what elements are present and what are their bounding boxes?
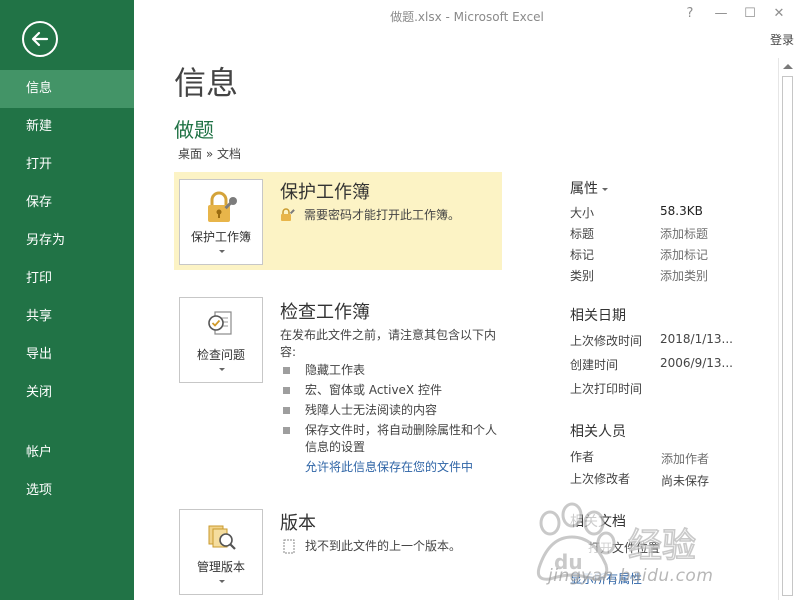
chevron-down-icon bbox=[219, 368, 225, 371]
check-for-issues-button[interactable]: 检查问题 bbox=[179, 297, 263, 383]
vertical-scrollbar[interactable] bbox=[778, 58, 796, 600]
manage-versions-label: 管理版本 bbox=[196, 560, 245, 574]
property-key: 标记 bbox=[570, 248, 595, 262]
property-value: 2018/1/13... bbox=[660, 332, 733, 346]
nav-item-account[interactable]: 帐户 bbox=[0, 434, 134, 472]
chevron-down-icon bbox=[219, 580, 225, 583]
properties-heading[interactable]: 属性 bbox=[570, 178, 608, 198]
property-key: 作者 bbox=[570, 450, 595, 464]
versions-section: 管理版本 版本 找不到此文件的上一个版本。 bbox=[174, 505, 502, 600]
inspect-workbook-heading: 检查工作簿 bbox=[280, 302, 370, 323]
property-key: 标题 bbox=[570, 227, 595, 241]
backstage-nav: 信息 新建 打开 保存 另存为 打印 共享 导出 关闭 帐户 选项 bbox=[0, 0, 134, 600]
small-lock-icon bbox=[281, 208, 295, 221]
back-arrow-icon[interactable] bbox=[22, 21, 58, 57]
bullet-item: 宏、窗体或 ActiveX 控件 bbox=[280, 382, 500, 399]
nav-divider bbox=[0, 412, 134, 434]
nav-item-close[interactable]: 关闭 bbox=[0, 374, 134, 412]
property-value: 2006/9/13... bbox=[660, 356, 733, 370]
protect-workbook-button-label: 保护工作簿 bbox=[190, 230, 251, 244]
property-value: 58.3KB bbox=[660, 204, 703, 218]
related-docs-heading: 相关文档 bbox=[570, 514, 626, 530]
open-file-location-link[interactable]: 打开文件位置 bbox=[588, 539, 660, 556]
inspect-workbook-section: 检查问题 检查工作簿 在发布此文件之前，请注意其包含以下内容: 隐藏工作表 宏、… bbox=[174, 292, 502, 482]
document-icon bbox=[283, 539, 295, 554]
versions-icon bbox=[208, 525, 236, 550]
property-key: 创建时间 bbox=[570, 358, 619, 372]
add-tag-field[interactable]: 添加标记 bbox=[660, 246, 708, 263]
nav-item-export[interactable]: 导出 bbox=[0, 336, 134, 374]
add-title-field[interactable]: 添加标题 bbox=[660, 225, 708, 242]
scrollbar-thumb[interactable] bbox=[782, 76, 793, 596]
property-key: 上次打印时间 bbox=[570, 382, 643, 396]
add-category-field[interactable]: 添加类别 bbox=[660, 267, 708, 284]
nav-item-print[interactable]: 打印 bbox=[0, 260, 134, 298]
add-author-field[interactable]: 添加作者 bbox=[661, 450, 709, 467]
chevron-down-icon bbox=[219, 250, 225, 253]
manage-versions-button[interactable]: 管理版本 bbox=[179, 509, 263, 595]
property-key: 上次修改时间 bbox=[570, 334, 643, 348]
nav-item-save-as[interactable]: 另存为 bbox=[0, 222, 134, 260]
allow-save-info-link[interactable]: 允许将此信息保存在您的文件中 bbox=[305, 458, 473, 475]
properties-heading-label: 属性 bbox=[570, 181, 598, 197]
close-button[interactable]: ✕ bbox=[767, 6, 791, 26]
bullet-item: 残障人士无法阅读的内容 bbox=[280, 402, 500, 419]
help-button[interactable]: ? bbox=[678, 6, 702, 26]
property-key: 大小 bbox=[570, 206, 595, 220]
related-dates-heading: 相关日期 bbox=[570, 308, 626, 324]
protect-workbook-heading: 保护工作簿 bbox=[280, 182, 370, 203]
property-key: 上次修改者 bbox=[570, 472, 631, 486]
nav-item-new[interactable]: 新建 bbox=[0, 108, 134, 146]
check-for-issues-label: 检查问题 bbox=[196, 348, 245, 362]
versions-heading: 版本 bbox=[280, 513, 316, 534]
nav-item-open[interactable]: 打开 bbox=[0, 146, 134, 184]
minimize-button[interactable]: — bbox=[709, 6, 733, 26]
property-value: 尚未保存 bbox=[661, 474, 710, 488]
inspect-workbook-description: 在发布此文件之前，请注意其包含以下内容: bbox=[280, 328, 497, 359]
bullet-item: 隐藏工作表 bbox=[280, 362, 500, 379]
maximize-button[interactable]: ☐ bbox=[738, 6, 762, 26]
breadcrumb[interactable]: 桌面 » 文档 bbox=[178, 145, 241, 162]
versions-text: 找不到此文件的上一个版本。 bbox=[305, 539, 462, 553]
inspect-bullet-list: 隐藏工作表 宏、窗体或 ActiveX 控件 残障人士无法阅读的内容 保存文件时… bbox=[280, 362, 500, 459]
nav-item-options[interactable]: 选项 bbox=[0, 472, 134, 510]
document-name: 做题 bbox=[174, 118, 214, 142]
bullet-item: 保存文件时，将自动删除属性和个人信息的设置 bbox=[280, 422, 500, 456]
protect-workbook-section: 保护工作簿 保护工作簿 需要密码才能打开此工作簿。 bbox=[174, 172, 502, 270]
sign-in-link[interactable]: 登录 bbox=[770, 31, 794, 48]
related-people-heading: 相关人员 bbox=[570, 424, 626, 440]
property-key: 类别 bbox=[570, 269, 595, 283]
protect-workbook-text: 需要密码才能打开此工作簿。 bbox=[304, 208, 461, 222]
dropdown-arrow-icon bbox=[602, 187, 608, 191]
nav-list: 信息 新建 打开 保存 另存为 打印 共享 导出 关闭 帐户 选项 bbox=[0, 70, 134, 510]
nav-item-share[interactable]: 共享 bbox=[0, 298, 134, 336]
lock-key-icon bbox=[208, 191, 237, 222]
show-all-properties-link[interactable]: 显示所有属性 bbox=[570, 570, 642, 587]
nav-item-info[interactable]: 信息 bbox=[0, 70, 134, 108]
scroll-up-icon[interactable] bbox=[783, 64, 793, 69]
title-bar: 做题.xlsx - Microsoft Excel ? — ☐ ✕ bbox=[134, 0, 800, 32]
inspect-document-icon bbox=[208, 311, 232, 335]
nav-item-save[interactable]: 保存 bbox=[0, 184, 134, 222]
page-title: 信息 bbox=[174, 64, 239, 102]
protect-workbook-button[interactable]: 保护工作簿 bbox=[179, 179, 263, 265]
